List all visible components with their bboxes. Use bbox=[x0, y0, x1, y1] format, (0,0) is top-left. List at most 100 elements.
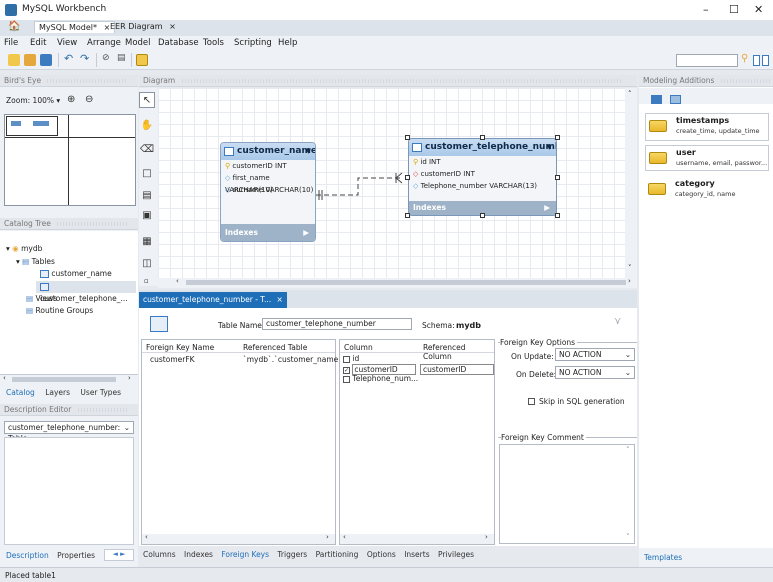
close-icon[interactable]: × bbox=[169, 22, 176, 31]
toggle-panel-icon[interactable] bbox=[762, 55, 769, 66]
chevron-right-icon[interactable]: ▶ bbox=[303, 224, 309, 241]
close-icon[interactable]: × bbox=[277, 295, 283, 304]
chevron-left-icon[interactable]: ‹ bbox=[176, 277, 179, 285]
column-checkbox[interactable] bbox=[343, 355, 350, 363]
tab-properties[interactable]: Properties bbox=[57, 551, 95, 560]
hand-tool-icon[interactable]: ✋ bbox=[139, 118, 155, 134]
chevron-down-icon[interactable]: ⌄ bbox=[625, 367, 631, 378]
tab-mysql-model[interactable]: MySQL Model* × bbox=[34, 21, 116, 33]
table-header[interactable]: customer_name ▼ bbox=[221, 143, 315, 160]
minimize-icon[interactable]: – bbox=[703, 3, 709, 16]
chevron-up-icon[interactable]: ˄ bbox=[626, 446, 630, 454]
layer-tool-icon[interactable]: □ bbox=[139, 166, 155, 182]
horizontal-scrollbar[interactable]: ‹ › bbox=[340, 533, 494, 544]
maximize-icon[interactable]: ☐ bbox=[729, 3, 739, 16]
chevron-right-icon[interactable]: › bbox=[485, 533, 488, 541]
template-timestamps[interactable]: timestamps create_time, update_time bbox=[645, 113, 769, 141]
column-header-fk-name[interactable]: Foreign Key Name bbox=[146, 343, 214, 352]
tab-indexes[interactable]: Indexes bbox=[184, 550, 213, 559]
fk-row-referenced-table[interactable]: `mydb`.`customer_name` bbox=[243, 355, 342, 364]
chevron-left-icon[interactable]: ‹ bbox=[3, 374, 6, 382]
align-icon[interactable]: ▤ bbox=[117, 53, 126, 63]
description-textarea[interactable] bbox=[4, 437, 134, 545]
chevron-down-icon[interactable]: ▾ bbox=[6, 244, 10, 253]
chevron-down-icon[interactable]: ˅ bbox=[626, 533, 630, 541]
column-checkbox[interactable] bbox=[343, 375, 350, 383]
description-object-select[interactable]: customer_telephone_number: Table ⌄ bbox=[4, 421, 134, 443]
editor-tab-table[interactable]: customer_telephone_number - T... × bbox=[139, 292, 287, 308]
image-tool-icon[interactable]: ▣ bbox=[139, 208, 155, 224]
menu-database[interactable]: Database bbox=[158, 38, 199, 48]
grid-toggle-icon[interactable]: ▫ bbox=[144, 277, 149, 285]
chevron-down-icon[interactable]: ⌄ bbox=[625, 349, 631, 360]
diagram-canvas[interactable]: customer_name ▼ ⚲ customerID INT ◇ first… bbox=[158, 88, 625, 278]
chevron-down-icon[interactable]: ˅ bbox=[628, 264, 632, 272]
fk-row-name[interactable]: customerFK bbox=[150, 355, 195, 364]
table-customer-name[interactable]: customer_name ▼ ⚲ customerID INT ◇ first… bbox=[220, 142, 316, 242]
toggle-sidebar-icon[interactable] bbox=[753, 55, 760, 66]
menu-edit[interactable]: Edit bbox=[30, 38, 46, 48]
tree-node-customer-name[interactable]: customer_name bbox=[40, 269, 112, 278]
menu-model[interactable]: Model bbox=[125, 38, 151, 48]
home-icon[interactable]: 🏠 bbox=[8, 21, 20, 32]
horizontal-scrollbar[interactable]: ‹ › bbox=[142, 533, 335, 544]
new-model-icon[interactable] bbox=[8, 54, 20, 66]
viewport-frame[interactable] bbox=[6, 116, 58, 136]
chevron-left-icon[interactable]: ‹ bbox=[343, 533, 346, 541]
menu-view[interactable]: View bbox=[57, 38, 77, 48]
tab-triggers[interactable]: Triggers bbox=[277, 550, 307, 559]
resize-handle[interactable] bbox=[405, 135, 410, 140]
diagram-vertical-scrollbar[interactable]: ˄ ˅ bbox=[625, 88, 637, 278]
chevron-down-icon[interactable]: ▾ bbox=[56, 96, 60, 105]
chevron-down-icon[interactable]: ▼ bbox=[306, 143, 311, 160]
chevron-down-icon[interactable]: ⌄ bbox=[124, 422, 130, 433]
tab-scroll-arrows[interactable]: ◄ ► bbox=[104, 549, 134, 561]
horizontal-scrollbar[interactable]: ‹ › bbox=[0, 374, 138, 384]
menu-help[interactable]: Help bbox=[278, 38, 297, 48]
tab-layers[interactable]: Layers bbox=[45, 388, 70, 397]
zoom-out-icon[interactable]: ⊖ bbox=[85, 94, 93, 105]
tab-user-types[interactable]: User Types bbox=[80, 388, 121, 397]
note-tool-icon[interactable]: ▤ bbox=[139, 188, 155, 204]
column-row-id[interactable]: id bbox=[343, 354, 359, 363]
column-row[interactable]: ◇ first_name VARCHAR(10) bbox=[221, 172, 315, 194]
on-update-select[interactable]: NO ACTION ⌄ bbox=[555, 348, 635, 361]
relationship-connector[interactable] bbox=[316, 168, 406, 204]
tab-inserts[interactable]: Inserts bbox=[404, 550, 429, 559]
eraser-tool-icon[interactable]: ⌫ bbox=[139, 142, 155, 158]
tab-description[interactable]: Description bbox=[6, 551, 49, 560]
close-icon[interactable]: ✕ bbox=[754, 3, 763, 16]
chevron-down-icon[interactable]: ▾ bbox=[16, 257, 20, 266]
column-row-telephone[interactable]: Telephone_num... bbox=[343, 374, 418, 383]
chevron-right-icon[interactable]: › bbox=[628, 277, 631, 285]
menu-scripting[interactable]: Scripting bbox=[234, 38, 272, 48]
tab-privileges[interactable]: Privileges bbox=[438, 550, 474, 559]
table-header[interactable]: customer_telephone_number ▼ bbox=[409, 139, 556, 156]
table-name-input[interactable]: customer_telephone_number bbox=[262, 318, 412, 330]
column-row[interactable]: ◇ customerID INT bbox=[409, 168, 556, 180]
chevron-left-icon[interactable]: ‹ bbox=[145, 533, 148, 541]
birds-eye-view[interactable] bbox=[4, 114, 136, 206]
chevron-up-icon[interactable]: ˄ bbox=[628, 90, 632, 98]
tab-foreign-keys[interactable]: Foreign Keys bbox=[221, 550, 269, 559]
scroll-thumb[interactable] bbox=[12, 377, 116, 382]
table-tool-icon[interactable]: ▦ bbox=[139, 234, 155, 250]
resize-handle[interactable] bbox=[480, 135, 485, 140]
resize-handle[interactable] bbox=[480, 213, 485, 218]
zoom-in-icon[interactable]: ⊕ bbox=[67, 94, 75, 105]
menu-arrange[interactable]: Arrange bbox=[87, 38, 121, 48]
menu-tools[interactable]: Tools bbox=[203, 38, 224, 48]
on-delete-select[interactable]: NO ACTION ⌄ bbox=[555, 366, 635, 379]
column-row[interactable]: ⚲ id INT bbox=[409, 156, 556, 168]
tree-node-views[interactable]: ▤ Views bbox=[26, 294, 57, 303]
catalog-tree[interactable]: ▾ ◉ mydb ▾ ▤ Tables customer_name custom… bbox=[0, 231, 138, 384]
resize-handle[interactable] bbox=[555, 135, 560, 140]
tab-catalog[interactable]: Catalog bbox=[6, 388, 35, 397]
resize-handle[interactable] bbox=[405, 213, 410, 218]
search-icon[interactable]: ⚲ bbox=[741, 53, 748, 64]
template-user[interactable]: user username, email, passwor... bbox=[645, 145, 769, 171]
column-row[interactable]: ◇ surname VARCHAR(10) bbox=[221, 184, 315, 196]
column-row[interactable]: ◇ Telephone_number VARCHAR(13) bbox=[409, 180, 556, 192]
collapse-chevron-icon[interactable]: ⋎ bbox=[614, 316, 621, 327]
column-checkbox-checked[interactable]: ✓ bbox=[343, 366, 350, 374]
